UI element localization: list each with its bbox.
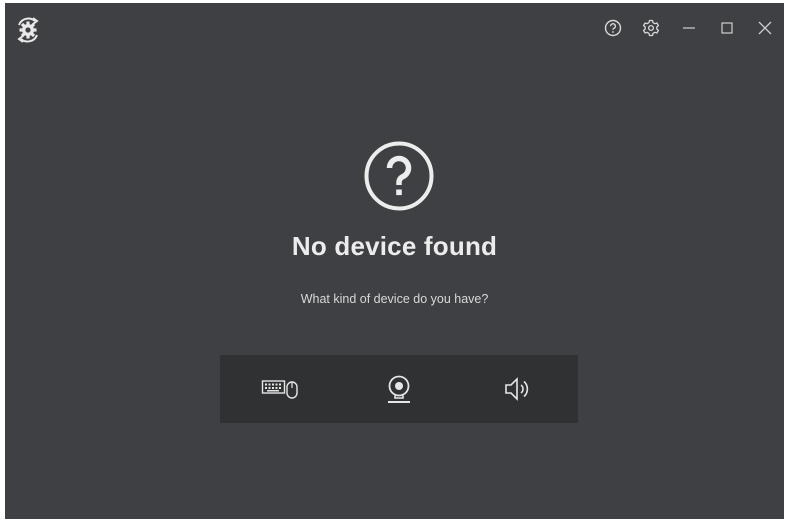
speaker-icon [503,375,533,403]
device-option-keyboard-mouse[interactable] [236,362,324,416]
keyboard-mouse-icon [261,376,299,402]
device-option-speaker[interactable] [474,362,562,416]
maximize-icon [719,20,735,36]
page-subtitle: What kind of device do you have? [300,292,489,306]
device-type-panel [220,355,578,423]
device-option-webcam[interactable] [355,362,443,416]
close-icon [757,20,773,36]
gear-sync-icon [14,16,42,44]
settings-button[interactable] [632,13,670,43]
page-title: No device found [291,231,498,261]
minimize-icon [681,20,697,36]
close-button[interactable] [746,13,784,43]
maximize-button[interactable] [708,13,746,43]
help-circle-icon [604,19,622,37]
app-window: No device found What kind of device do y… [5,3,784,519]
gear-icon [642,19,660,37]
help-button[interactable] [594,13,632,43]
question-circle-icon [363,140,435,212]
webcam-icon [385,374,413,404]
window-controls [594,13,784,43]
minimize-button[interactable] [670,13,708,43]
